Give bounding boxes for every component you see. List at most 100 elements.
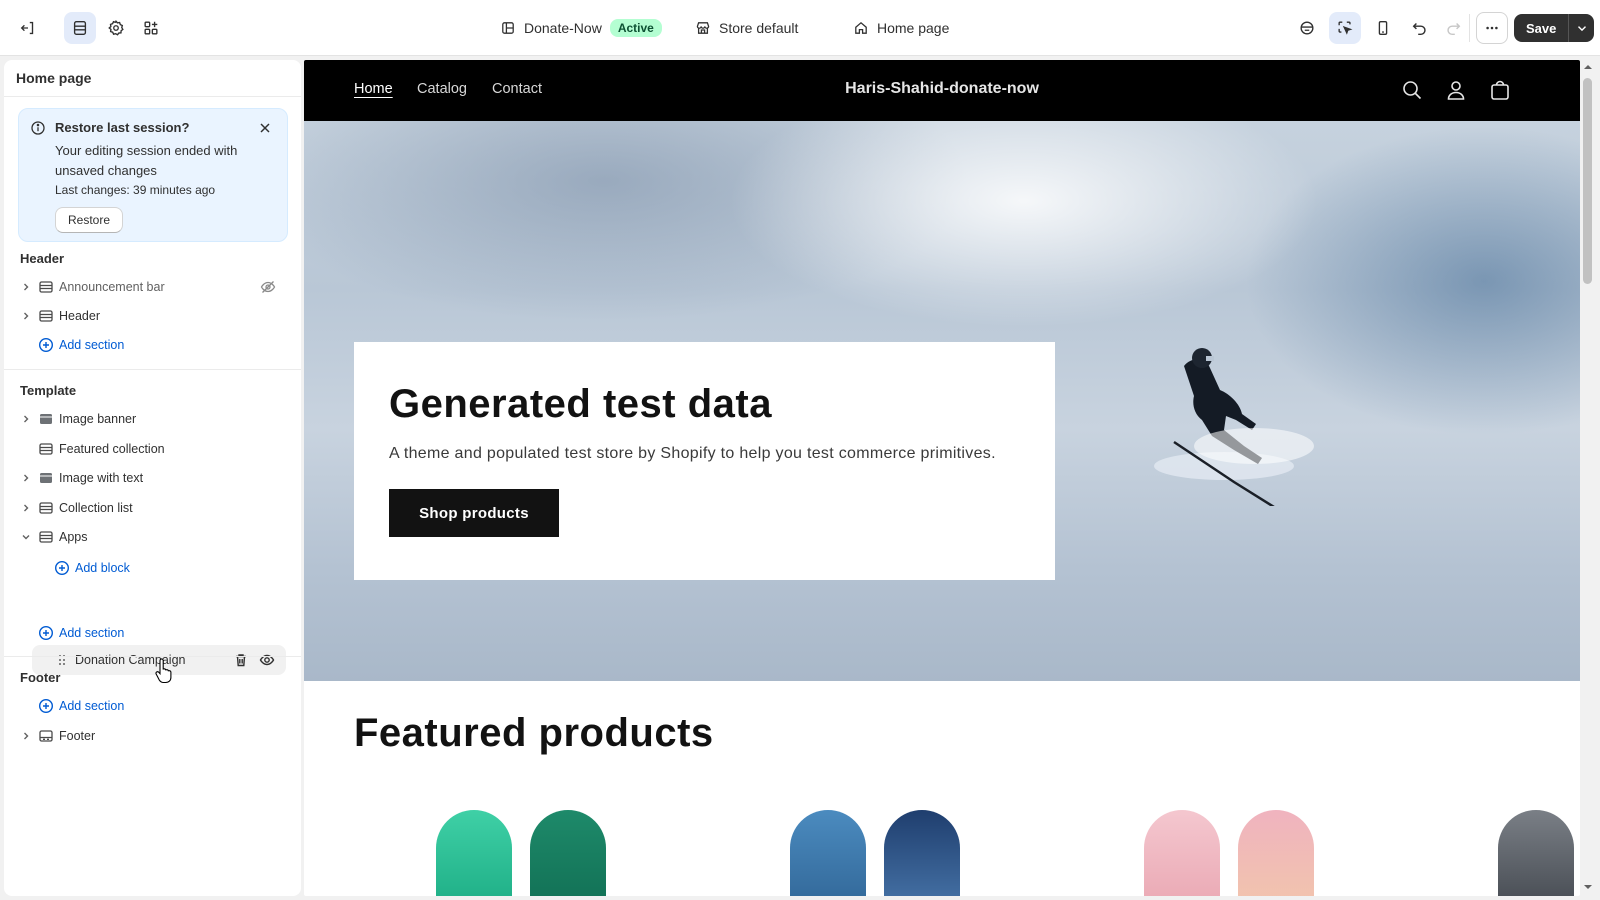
chevron-down-icon[interactable]	[21, 532, 31, 542]
section-header[interactable]: Header	[4, 302, 301, 330]
section-collection-list[interactable]: Collection list	[4, 494, 301, 522]
featured-products-title: Featured products	[354, 711, 714, 755]
chevron-right-icon[interactable]	[21, 414, 31, 424]
undo-button[interactable]	[1404, 12, 1436, 44]
page-context-label: Home page	[877, 20, 950, 36]
store-name[interactable]: Haris-Shahid-donate-now	[304, 80, 1580, 98]
mobile-preview-button[interactable]	[1367, 12, 1399, 44]
inspector-button[interactable]	[1291, 12, 1323, 44]
close-icon	[260, 123, 270, 133]
eye-icon[interactable]	[259, 652, 275, 668]
hand-pointer-icon	[155, 658, 172, 684]
sidebar-title: Home page	[16, 70, 92, 86]
redo-icon	[1447, 22, 1461, 36]
section-image-with-text[interactable]: Image with text	[4, 464, 301, 492]
theme-settings-tab[interactable]	[100, 12, 132, 44]
preview-scrollbar[interactable]	[1581, 60, 1595, 896]
save-button[interactable]: Save	[1514, 14, 1568, 42]
editor-topbar: Donate-Now Active Store default Home pag…	[0, 0, 1600, 56]
exit-button[interactable]	[12, 12, 44, 44]
image-icon	[40, 473, 52, 483]
cursor-select-icon	[1338, 21, 1353, 35]
section-label: Featured collection	[59, 442, 165, 456]
add-section-template[interactable]: Add section	[4, 619, 301, 647]
plus-circle-icon	[38, 337, 54, 353]
section-icon	[39, 310, 53, 322]
hero-heading: Generated test data	[389, 382, 772, 426]
section-footer[interactable]: Footer	[4, 722, 301, 750]
sections-tab[interactable]	[64, 12, 96, 44]
product-image	[884, 810, 960, 896]
page-selector[interactable]: Home page	[853, 16, 949, 40]
store-header: Home Catalog Contact Haris-Shahid-donate…	[304, 60, 1580, 121]
info-icon	[31, 121, 45, 135]
exit-icon	[20, 21, 34, 35]
plus-circle-icon	[54, 560, 70, 576]
inspect-icon	[1300, 21, 1314, 35]
chevron-right-icon[interactable]	[21, 311, 31, 321]
restore-button[interactable]: Restore	[55, 207, 124, 233]
section-featured-collection[interactable]: Featured collection	[4, 435, 301, 463]
image-icon	[40, 414, 52, 424]
chevron-down-icon	[1577, 26, 1586, 32]
shop-products-button[interactable]: Shop products	[389, 489, 559, 537]
theme-name: Donate-Now	[524, 20, 602, 36]
product-image	[436, 810, 512, 896]
product-image	[790, 810, 866, 896]
plus-circle-icon	[38, 698, 54, 714]
chevron-right-icon[interactable]	[21, 503, 31, 513]
ellipsis-icon	[1486, 26, 1498, 30]
divider	[4, 96, 301, 97]
chevron-right-icon[interactable]	[21, 473, 31, 483]
layout-icon	[502, 22, 514, 34]
search-icon[interactable]	[1401, 79, 1423, 101]
section-announcement-bar[interactable]: Announcement bar	[4, 273, 301, 301]
add-block-label: Add block	[75, 561, 130, 575]
app-embeds-tab[interactable]	[135, 12, 167, 44]
add-section-label: Add section	[59, 699, 125, 713]
restore-title: Restore last session?	[55, 120, 190, 135]
redo-button[interactable]	[1437, 12, 1469, 44]
add-block-apps[interactable]: Add block	[4, 554, 301, 582]
scrollbar-thumb[interactable]	[1583, 78, 1592, 284]
chevron-right-icon[interactable]	[21, 282, 31, 292]
product-card[interactable]	[1412, 800, 1580, 896]
last-changes-text: Last changes: 39 minutes ago	[55, 183, 216, 197]
section-label: Image with text	[59, 471, 144, 485]
add-section-footer[interactable]: Add section	[4, 692, 301, 720]
add-section-header[interactable]: Add section	[4, 331, 301, 359]
save-options-button[interactable]	[1568, 14, 1594, 42]
footer-group-title: Footer	[20, 670, 61, 685]
scroll-down-icon[interactable]	[1583, 882, 1593, 892]
section-image-banner[interactable]: Image banner	[4, 405, 301, 433]
header-group-title: Header	[20, 251, 65, 266]
select-element-button[interactable]	[1329, 12, 1361, 44]
dismiss-banner-button[interactable]	[255, 118, 275, 138]
section-apps[interactable]: Apps	[4, 523, 301, 551]
sections-icon	[73, 21, 87, 35]
toolbar-divider	[1469, 14, 1470, 42]
eye-hidden-icon[interactable]	[260, 279, 276, 295]
add-section-label: Add section	[59, 626, 125, 640]
product-card[interactable]	[1058, 800, 1400, 896]
account-icon[interactable]	[1445, 79, 1467, 101]
more-actions-button[interactable]	[1476, 12, 1508, 44]
product-image	[1238, 810, 1314, 896]
hero-subheading: A theme and populated test store by Shop…	[389, 445, 996, 462]
trash-icon[interactable]	[233, 652, 249, 668]
scroll-up-icon[interactable]	[1583, 62, 1593, 72]
section-label: Footer	[59, 729, 96, 743]
store-context-label: Store default	[719, 20, 799, 36]
product-image	[1498, 810, 1574, 896]
image-banner[interactable]: Generated test data A theme and populate…	[304, 121, 1580, 681]
product-card[interactable]	[704, 800, 1046, 896]
product-card[interactable]	[350, 800, 692, 896]
store-context-selector[interactable]: Store default	[695, 16, 798, 40]
cart-icon[interactable]	[1489, 79, 1511, 101]
theme-selector[interactable]: Donate-Now Active	[500, 16, 662, 40]
home-icon	[855, 21, 867, 34]
section-icon	[39, 281, 53, 293]
section-label: Announcement bar	[59, 280, 165, 294]
chevron-right-icon[interactable]	[21, 731, 31, 741]
apps-icon	[144, 21, 158, 35]
